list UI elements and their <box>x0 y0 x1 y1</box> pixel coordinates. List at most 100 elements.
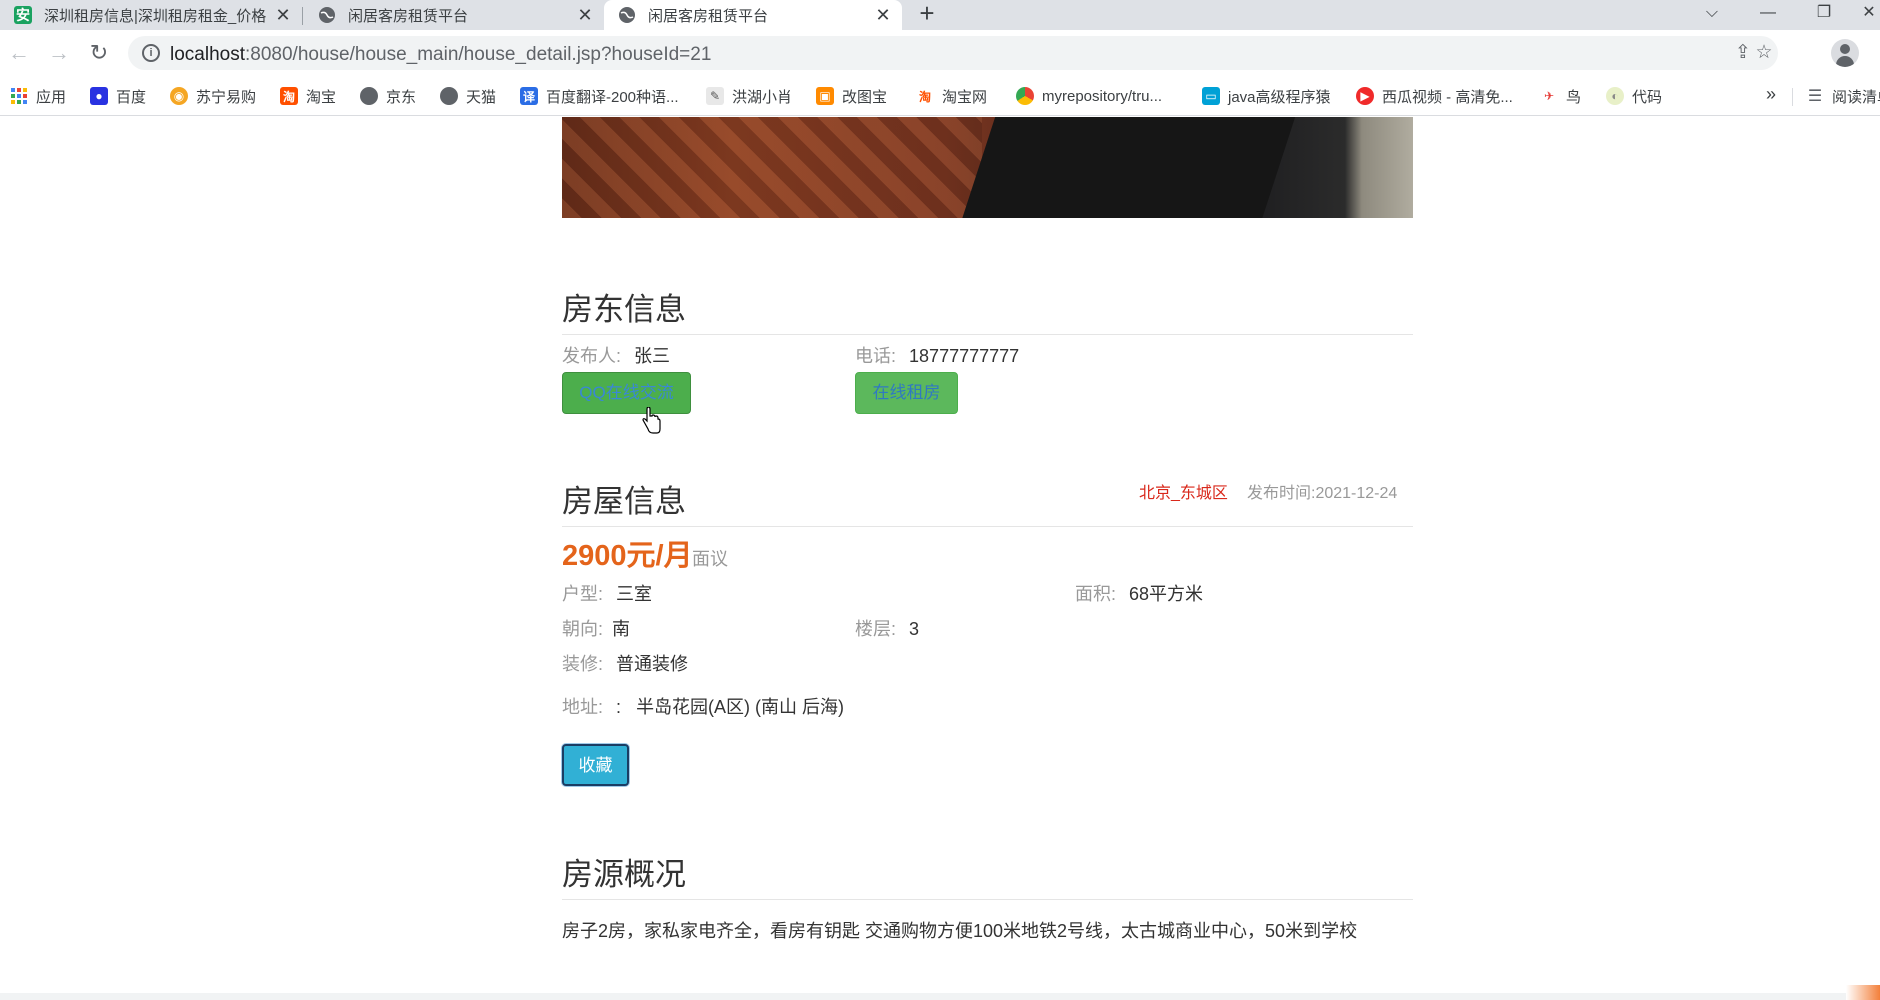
browser-tab-3-active[interactable]: 闲居客房租赁平台 ✕ <box>604 0 902 30</box>
bookmark-java[interactable]: ▭ java高级程序猿 <box>1202 84 1331 108</box>
overview-section-title: 房源概况 <box>562 857 686 892</box>
globe-icon <box>318 6 336 24</box>
browser-tab-strip: 安 深圳租房信息|深圳租房租金_价格 ✕ 闲居客房租赁平台 ✕ 闲居客房租赁平台… <box>0 0 1880 30</box>
bookmark-bird[interactable]: ✈ 鸟 <box>1540 84 1581 108</box>
tab-title: 深圳租房信息|深圳租房租金_价格 <box>44 7 267 25</box>
close-tab-icon[interactable]: ✕ <box>874 5 892 26</box>
bookmark-taobao-net[interactable]: 淘 淘宝网 <box>916 84 987 108</box>
bookmark-star-icon[interactable]: ☆ <box>1752 41 1776 65</box>
house-photo <box>562 117 1413 218</box>
close-tab-icon[interactable]: ✕ <box>576 5 594 26</box>
bird-icon: ✈ <box>1543 89 1555 103</box>
area-row: 面积: 68平方米 <box>1075 580 1203 606</box>
browser-tab-1[interactable]: 安 深圳租房信息|深圳租房租金_价格 ✕ <box>0 0 302 30</box>
publisher-label: 发布人: <box>562 346 622 366</box>
corner-widget <box>1846 985 1880 1000</box>
floor-value: 3 <box>909 619 920 639</box>
chrome-icon <box>1016 87 1034 105</box>
bookmark-label: 天猫 <box>466 88 497 106</box>
url-path: :8080/house/house_main/house_detail.jsp?… <box>245 44 712 65</box>
layout-row: 户型: 三室 <box>562 580 652 606</box>
floor-row: 楼层: 3 <box>855 615 919 641</box>
bookmark-honghu[interactable]: ✎ 洪湖小肖 <box>706 84 792 108</box>
address-bar[interactable]: i localhost:8080/house/house_main/house_… <box>128 36 1778 70</box>
bookmark-label: 改图宝 <box>842 88 888 106</box>
address-row: 地址: : 半岛花园(A区) (南山 后海) <box>562 693 844 719</box>
overview-divider <box>562 899 1413 900</box>
bookmark-tmall[interactable]: 天猫 <box>440 84 496 108</box>
back-arrow-icon[interactable]: ← <box>4 38 34 68</box>
reading-list[interactable]: ☰ 阅读清单 <box>1806 84 1880 108</box>
bookmark-label: 百度翻译-200种语... <box>546 88 679 106</box>
landlord-divider <box>562 334 1413 335</box>
bookmark-label: 代码 <box>1632 88 1663 106</box>
gaitubao-icon: ▣ <box>816 87 834 105</box>
anjuke-favicon-icon: 安 <box>14 6 32 24</box>
house-divider <box>562 526 1413 527</box>
publisher-name: 张三 <box>634 346 671 366</box>
orientation-row: 朝向: 南 <box>562 615 630 641</box>
address-value: 半岛花园(A区) (南山 后海) <box>636 697 845 717</box>
rent-price: 2900元/月 <box>562 540 693 572</box>
orientation-label: 朝向: <box>562 619 604 639</box>
tab-title: 闲居客房租赁平台 <box>348 7 469 25</box>
honghu-icon: ✎ <box>706 87 724 105</box>
bookmark-code[interactable]: ◐ 代码 <box>1606 84 1662 108</box>
new-tab-icon[interactable]: + <box>912 0 942 30</box>
house-description: 房子2房，家私家电齐全，看房有钥匙 交通购物方便100米地铁2号线，太古城商业中… <box>562 921 1358 941</box>
globe-icon <box>618 6 636 24</box>
baidu-paw-icon: ● <box>90 87 108 105</box>
phone-row: 电话: 18777777777 <box>855 342 1019 368</box>
bookmark-label: myrepository/tru... <box>1042 87 1163 105</box>
code-icon: ◐ <box>1606 87 1624 105</box>
hand-cursor-icon <box>642 407 661 434</box>
profile-avatar-icon[interactable] <box>1831 39 1859 67</box>
bookmark-apps[interactable]: 应用 <box>10 84 66 108</box>
publish-time: 发布时间:2021-12-24 <box>1247 479 1397 503</box>
publisher-row: 发布人: 张三 <box>562 342 670 368</box>
url-text[interactable]: localhost:8080/house/house_main/house_de… <box>170 44 711 66</box>
bookmark-suning[interactable]: ◉ 苏宁易购 <box>170 84 256 108</box>
browser-tab-2[interactable]: 闲居客房租赁平台 ✕ <box>304 0 604 30</box>
bookmark-baidu-translate[interactable]: 译 百度翻译-200种语... <box>520 84 679 108</box>
house-section-title: 房屋信息 <box>562 484 686 519</box>
bookmarks-divider <box>1792 88 1793 106</box>
bookmark-xigua[interactable]: ▶ 西瓜视频 - 高清免... <box>1356 84 1513 108</box>
taobao-icon: 淘 <box>916 87 934 105</box>
favorite-button[interactable]: 收藏 <box>562 744 629 786</box>
bookmark-taobao[interactable]: 淘 淘宝 <box>280 84 336 108</box>
close-tab-icon[interactable]: ✕ <box>274 5 292 26</box>
forward-arrow-icon[interactable]: → <box>44 38 74 68</box>
publish-date: 2021-12-24 <box>1315 485 1398 502</box>
url-host: localhost <box>170 44 245 65</box>
taobao-icon: 淘 <box>280 87 298 105</box>
site-info-icon[interactable]: i <box>142 44 160 62</box>
globe-icon <box>360 87 378 105</box>
layout-value: 三室 <box>616 584 653 604</box>
bookmark-baidu[interactable]: ● 百度 <box>90 84 146 108</box>
qq-chat-button[interactable]: QQ在线交流 <box>562 372 691 414</box>
layout-label: 户型: <box>562 584 604 604</box>
bookmark-jd[interactable]: 京东 <box>360 84 416 108</box>
phone-label: 电话: <box>855 346 897 366</box>
apps-grid-icon <box>10 87 28 105</box>
bookmark-myrepository[interactable]: myrepository/tru... <box>1016 84 1162 108</box>
reload-icon[interactable]: ↻ <box>84 38 114 68</box>
bookmark-label: 淘宝 <box>306 88 337 106</box>
more-bookmarks-chevron-icon[interactable]: » <box>1766 84 1776 105</box>
location-link[interactable]: 北京_东城区 <box>1139 479 1228 503</box>
decoration-row: 装修: 普通装修 <box>562 650 688 676</box>
tab-title: 闲居客房租赁平台 <box>648 7 769 25</box>
phone-number: 18777777777 <box>909 346 1020 366</box>
decoration-value: 普通装修 <box>616 654 689 674</box>
floor-label: 楼层: <box>855 619 897 639</box>
wood-floor-texture <box>562 117 982 218</box>
bookmark-gaitubao[interactable]: ▣ 改图宝 <box>816 84 887 108</box>
landlord-section-title: 房东信息 <box>562 292 686 327</box>
bilibili-tv-icon: ▭ <box>1202 87 1220 105</box>
tab-divider <box>302 7 303 25</box>
online-rent-button[interactable]: 在线租房 <box>855 372 958 414</box>
bookmark-label: 鸟 <box>1566 88 1582 106</box>
bookmark-label: java高级程序猿 <box>1228 88 1331 106</box>
area-label: 面积: <box>1075 584 1117 604</box>
